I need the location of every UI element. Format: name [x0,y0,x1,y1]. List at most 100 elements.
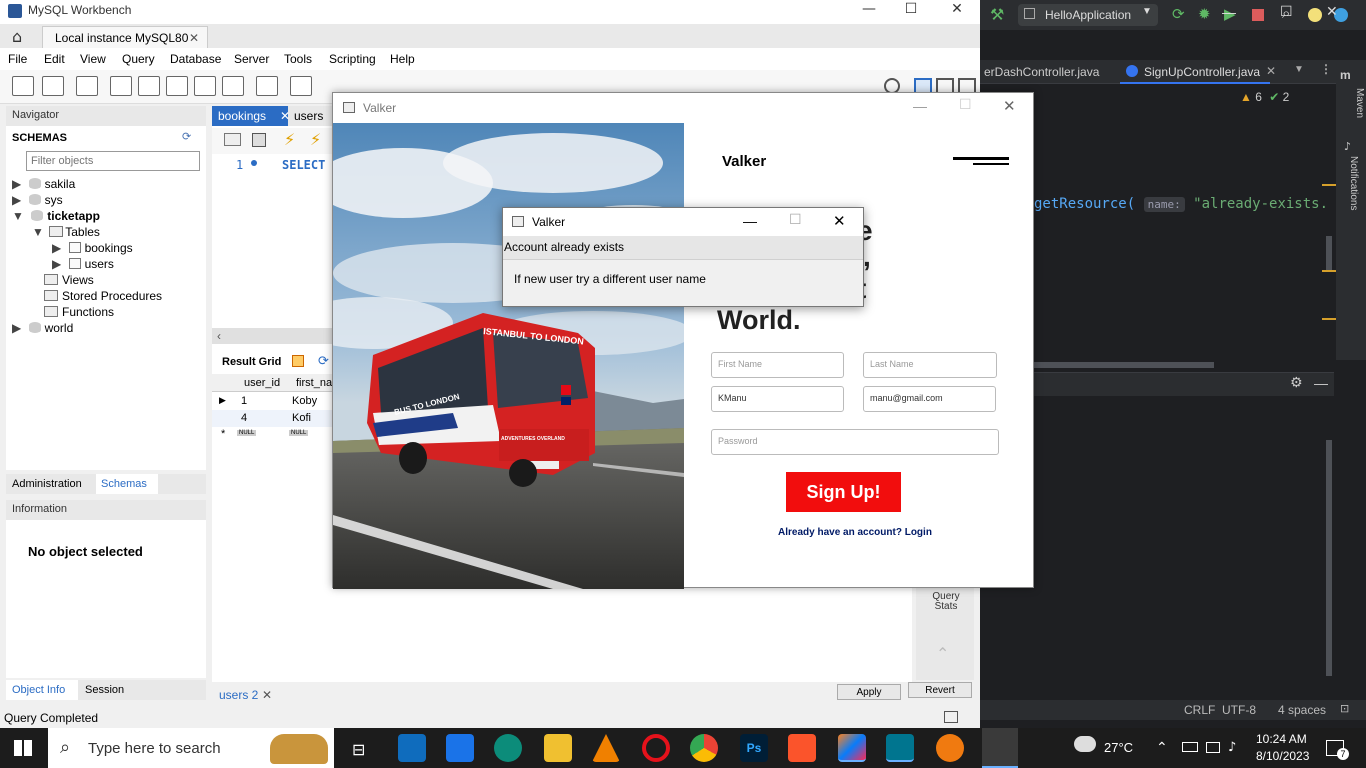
volume-icon[interactable]: ♪ [1228,740,1236,755]
debug-icon[interactable]: ✹ [1198,5,1211,23]
close-icon[interactable]: ✕ [934,0,980,24]
tab-dash-controller[interactable]: erDashController.java [984,65,1099,79]
cell-first-name[interactable]: Kofi [292,412,311,424]
clock-date[interactable]: 8/10/2023 [1256,749,1309,763]
username-field[interactable]: KManu [711,386,844,412]
code-line[interactable]: getResource( name: "already-exists. [1034,196,1334,216]
menu-database[interactable]: Database [170,52,221,66]
query-stats-label[interactable]: Query Stats [926,592,966,612]
minimize-icon[interactable]: — [1222,4,1236,20]
horizontal-scrollbar[interactable] [1034,362,1214,368]
table-users[interactable]: ▶ users [52,257,114,273]
schema-sakila[interactable]: ▶ sakila [12,177,75,193]
line-separator[interactable]: CRLF [1184,703,1215,717]
tab-administration[interactable]: Administration [6,474,96,494]
create-view-icon[interactable] [166,76,188,96]
tab-schemas[interactable]: Schemas [96,474,158,494]
clock-time[interactable]: 10:24 AM [1256,732,1307,746]
table-row[interactable]: ▶ 1 Koby [212,393,332,410]
signup-button[interactable]: Sign Up! [786,472,901,512]
run-config-dropdown[interactable]: HelloApplication ▼ [1018,4,1158,26]
email-field[interactable]: manu@gmail.com [863,386,996,412]
schema-ticketapp[interactable]: ▼ ticketapp [12,209,100,225]
login-link[interactable]: Already have an account? Login [778,527,932,538]
minimize-icon[interactable]: — [846,0,892,24]
console-scrollbar[interactable] [1326,440,1332,676]
maximize-icon[interactable]: ☐ [888,0,934,24]
windows-start-icon[interactable] [14,740,32,756]
opera-icon[interactable] [642,734,670,762]
menu-view[interactable]: View [80,52,106,66]
tab-object-info[interactable]: Object Info [6,680,78,700]
close-icon[interactable]: ✕ [1326,4,1338,20]
brave-icon[interactable] [788,734,816,762]
tab-session[interactable]: Session [80,680,129,700]
open-sql-script-icon[interactable] [42,76,64,96]
maximize-icon[interactable]: ☐ [959,97,972,113]
tray-chevron-icon[interactable]: ⌃ [1156,739,1168,756]
menu-edit[interactable]: Edit [44,52,65,66]
app-icon[interactable] [936,734,964,762]
editor-scrollbar[interactable] [1326,236,1332,270]
new-sql-tab-icon[interactable] [12,76,34,96]
close-result-icon[interactable]: ✕ [262,688,272,702]
schema-sys[interactable]: ▶ sys [12,193,63,209]
close-tab-icon[interactable]: ✕ [189,31,199,45]
stop-icon[interactable] [1252,9,1264,21]
create-table-icon[interactable] [138,76,160,96]
weather-icon[interactable] [1074,736,1096,752]
java-app-icon[interactable] [982,728,1018,768]
open-file-icon[interactable] [224,133,241,146]
maximize-icon[interactable]: ☐ [1280,4,1293,20]
photoshop-icon[interactable]: Ps [740,734,768,762]
maven-label[interactable]: Maven [1354,88,1365,118]
cell-user-id[interactable]: 4 [241,412,247,424]
menu-file[interactable]: File [8,52,27,66]
connection-tab[interactable]: Local instance MySQL80 ✕ [42,26,208,48]
result-tab-users2[interactable]: users 2 [219,688,258,702]
store-icon[interactable] [398,734,426,762]
avatar[interactable] [1308,8,1322,22]
menu-server[interactable]: Server [234,52,269,66]
file-encoding[interactable]: UTF-8 [1222,703,1256,717]
maven-icon[interactable]: m [1340,68,1351,82]
execute-current-icon[interactable]: ⚡ [310,130,321,149]
close-icon[interactable]: ✕ [833,212,846,230]
first-name-field[interactable]: First Name [711,352,844,378]
functions-node[interactable]: Functions [44,305,114,321]
menu-scripting[interactable]: Scripting [329,52,376,66]
edge-icon[interactable] [494,734,522,762]
new-row[interactable]: * NULL NULL [212,428,332,442]
indent-setting[interactable]: 4 spaces [1278,703,1326,717]
build-icon[interactable]: ⚒ [990,5,1004,24]
scroll-left-icon[interactable]: ‹ [217,329,221,343]
reconnect-icon[interactable] [290,76,312,96]
rerun-icon[interactable]: ⟳ [1172,5,1185,23]
cell-first-name[interactable]: Koby [292,395,317,407]
intellij-icon[interactable] [838,734,866,762]
taskbar-search[interactable]: ⌕ Type here to search [48,728,334,768]
result-grid-label[interactable]: Result Grid [222,356,281,368]
table-row[interactable]: 4 Kofi [212,410,332,427]
menu-tools[interactable]: Tools [284,52,312,66]
search-table-data-icon[interactable] [256,76,278,96]
bell-icon[interactable]: ♪ [1344,140,1351,153]
tab-users[interactable]: users [288,106,332,126]
revert-button[interactable]: Revert [908,682,972,698]
create-procedure-icon[interactable] [194,76,216,96]
chevron-down-icon[interactable]: ▼ [1294,64,1304,75]
output-toggle-icon[interactable] [944,711,958,723]
menu-help[interactable]: Help [390,52,415,66]
close-icon[interactable]: ✕ [1003,97,1016,115]
file-explorer-icon[interactable] [544,734,572,762]
grid-icon[interactable] [292,355,304,367]
execute-icon[interactable]: ⚡ [284,130,295,149]
network-icon[interactable] [1206,742,1220,753]
cell-user-id[interactable]: 1 [241,395,247,407]
column-header[interactable]: user_id [244,377,280,389]
column-header[interactable]: first_na [296,377,332,389]
battery-icon[interactable] [1182,742,1198,752]
lock-icon[interactable]: ⊡ [1340,702,1349,715]
horizontal-scrollbar[interactable]: ‹ [212,328,332,344]
tab-signup-controller[interactable]: SignUpController.java [1120,60,1270,84]
